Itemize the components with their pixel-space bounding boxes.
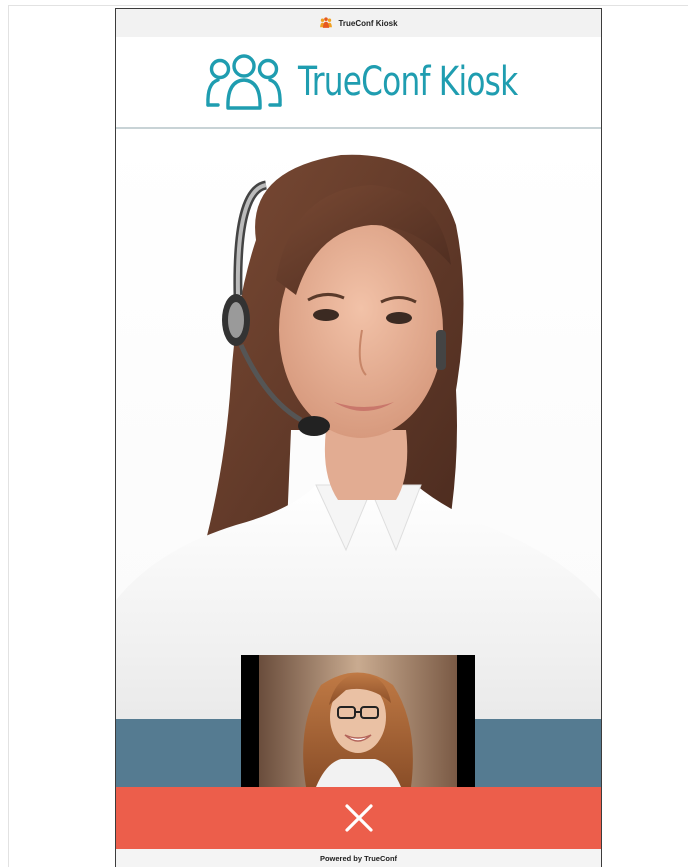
hangup-button[interactable] — [116, 787, 601, 849]
operator-with-headset — [116, 154, 601, 728]
local-camera-preview — [241, 655, 475, 787]
window-title: TrueConf Kiosk — [338, 18, 398, 28]
trueconf-people-logo-icon — [205, 54, 282, 110]
remote-video — [116, 130, 601, 728]
trueconf-people-icon — [320, 17, 333, 28]
close-x-icon — [344, 804, 373, 832]
footer: Powered by TrueConf — [116, 849, 601, 867]
powered-by-text: Powered by TrueConf — [319, 854, 398, 863]
title-bar: TrueConf Kiosk — [116, 9, 601, 37]
kiosk-window: TrueConf Kiosk TrueConf Kiosk Powered by… — [115, 8, 602, 867]
logo-text: TrueConf Kiosk — [297, 59, 518, 105]
self-view-video — [241, 655, 475, 787]
logo-header: TrueConf Kiosk — [116, 37, 601, 129]
